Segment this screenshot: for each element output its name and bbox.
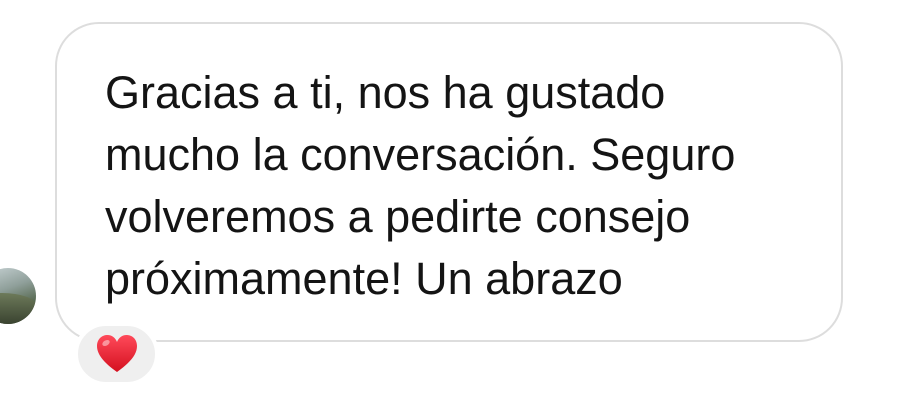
message-text: Gracias a ti, nos ha gustado mucho la co… (105, 62, 805, 310)
message-bubble[interactable]: Gracias a ti, nos ha gustado mucho la co… (55, 22, 843, 342)
message-line: mucho la conversación. Seguro (105, 129, 736, 180)
avatar[interactable] (0, 268, 36, 324)
message-line: Gracias a ti, nos ha gustado (105, 67, 666, 118)
red-heart-icon (96, 335, 137, 372)
avatar-photo (0, 293, 36, 324)
message-line: volveremos a pedirte consejo (105, 191, 691, 242)
chat-thread: Gracias a ti, nos ha gustado mucho la co… (0, 0, 897, 403)
reaction-badge[interactable] (74, 322, 159, 386)
message-line: próximamente! Un abrazo (105, 253, 623, 304)
